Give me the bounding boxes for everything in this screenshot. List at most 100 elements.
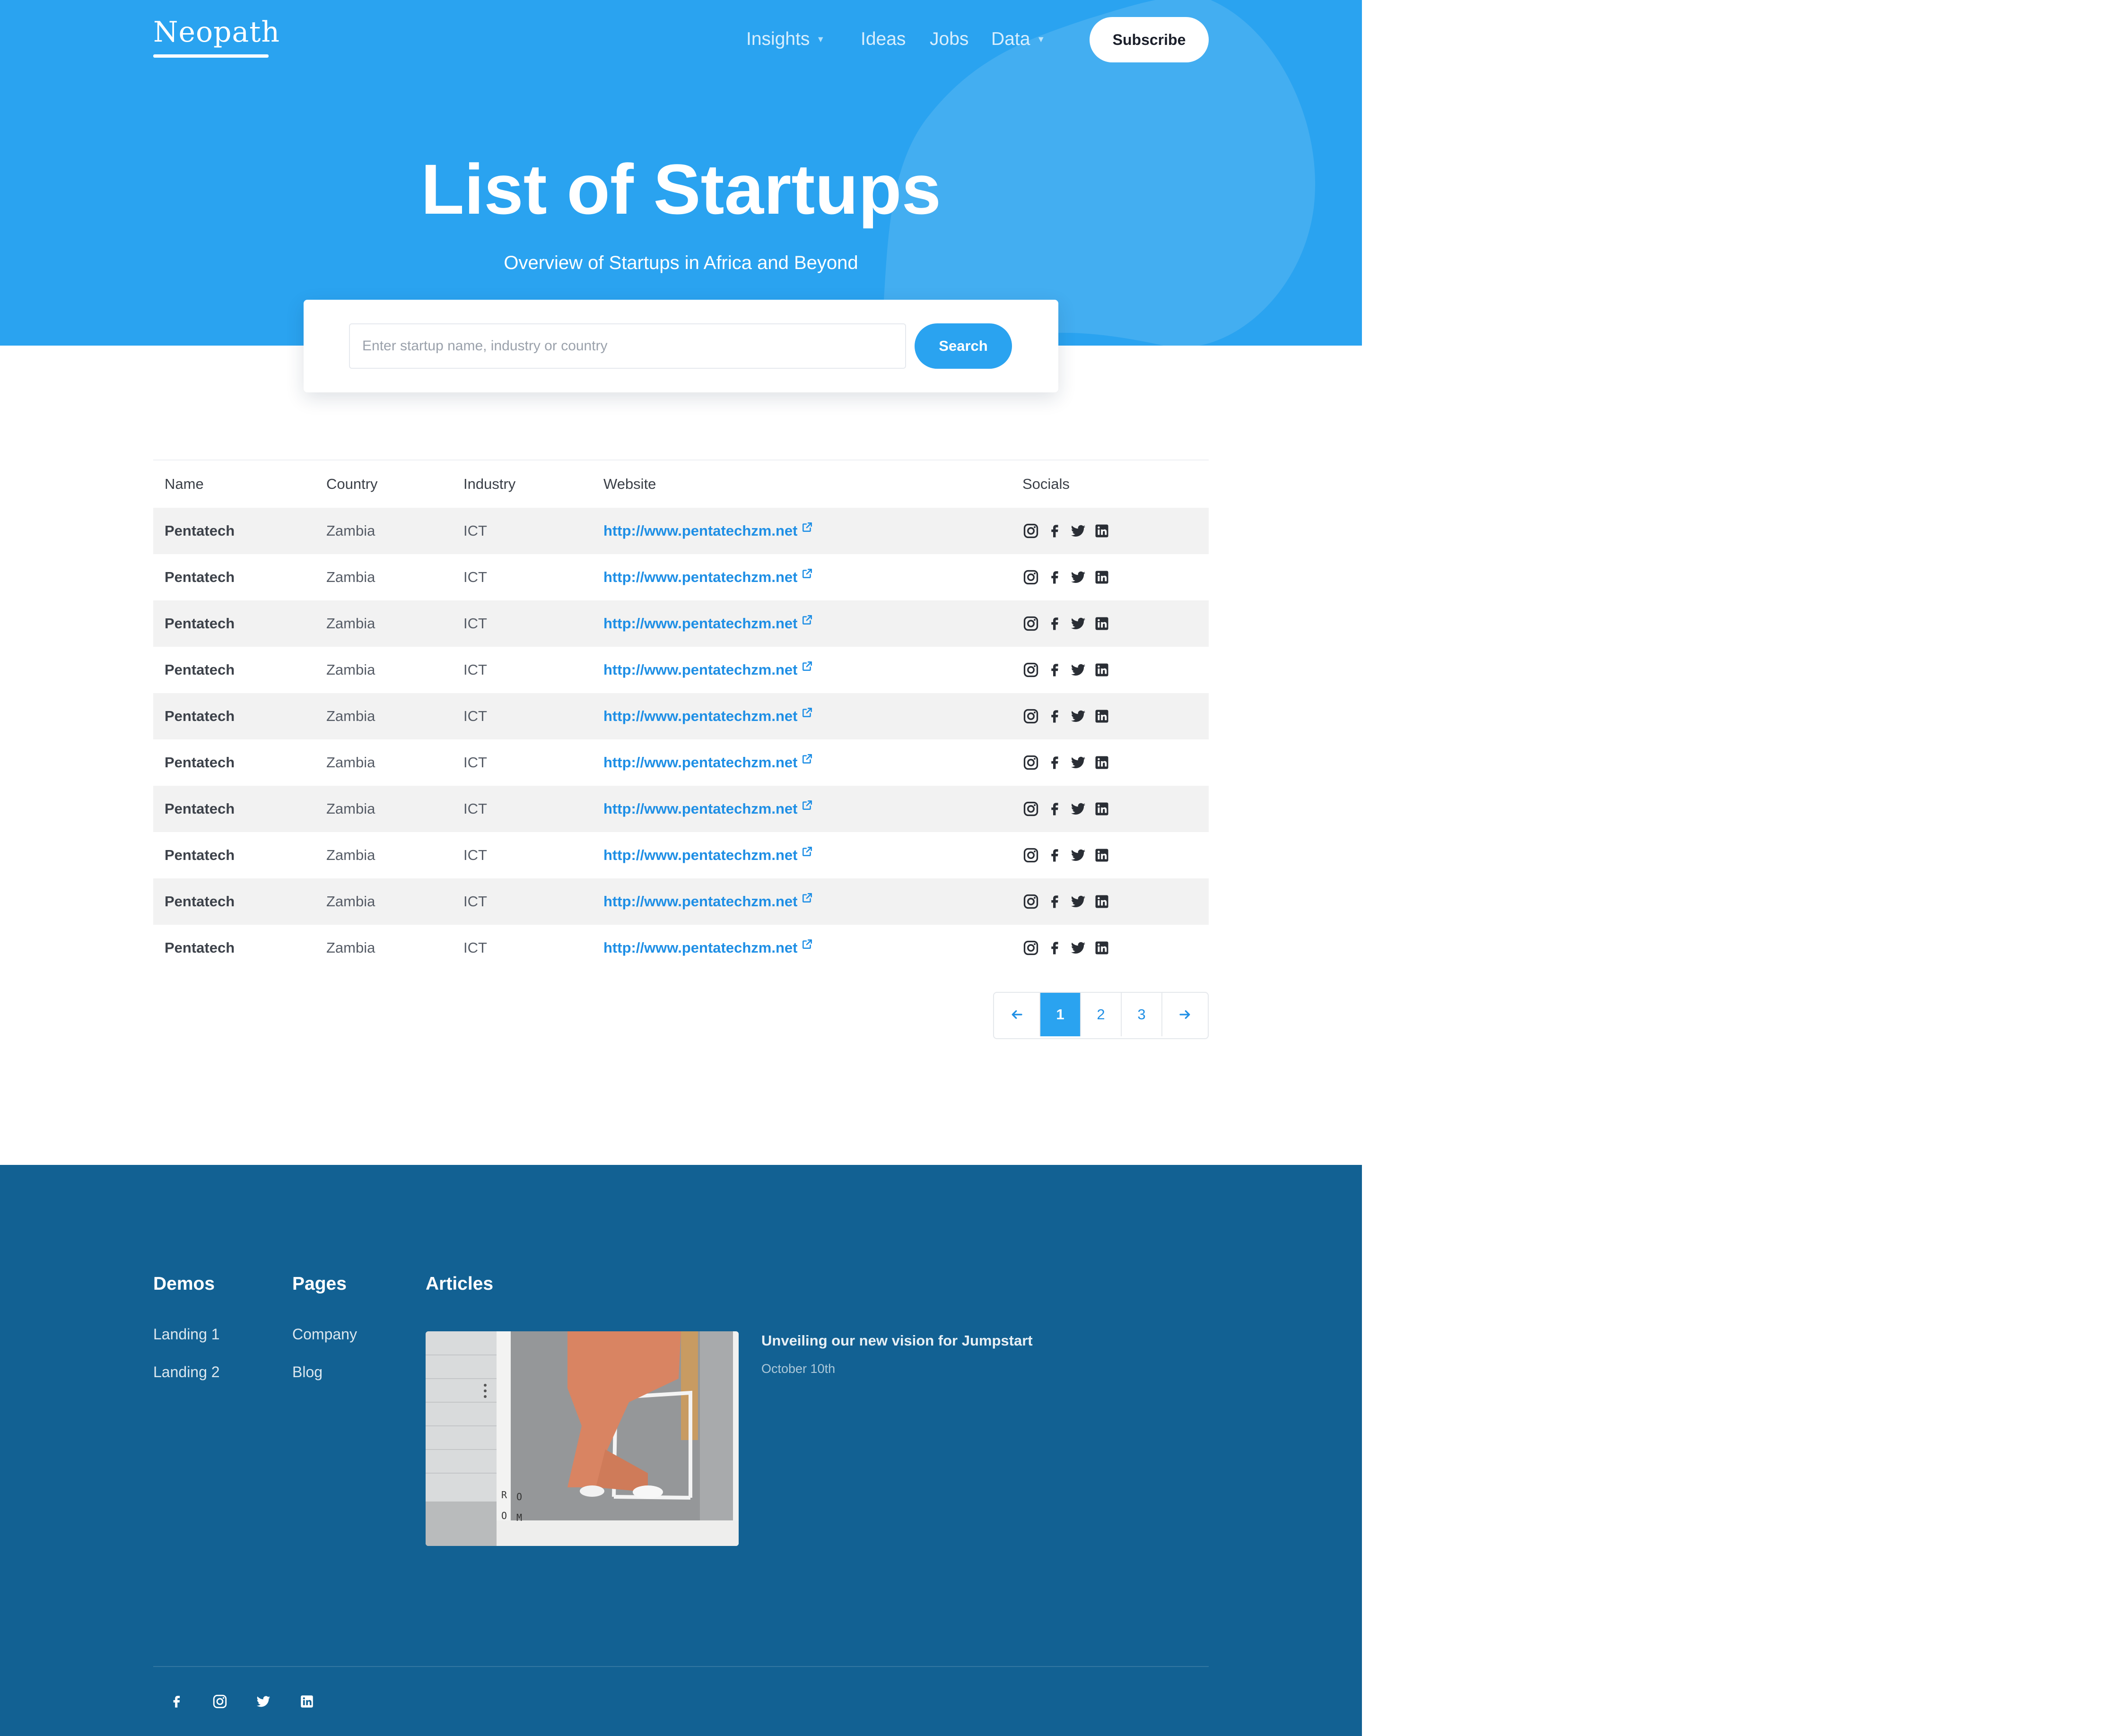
cell-name: Pentatech bbox=[165, 847, 235, 863]
column-header-country[interactable]: Country bbox=[326, 476, 378, 493]
facebook-icon[interactable] bbox=[1046, 939, 1063, 956]
linkedin-icon[interactable] bbox=[1093, 569, 1110, 586]
website-link-text: http://www.pentatechzm.net bbox=[603, 754, 798, 771]
facebook-icon[interactable] bbox=[1046, 522, 1063, 539]
page-3-button[interactable]: 3 bbox=[1122, 993, 1162, 1036]
twitter-icon[interactable] bbox=[1070, 522, 1087, 539]
facebook-icon[interactable] bbox=[1046, 893, 1063, 910]
instagram-icon[interactable] bbox=[212, 1693, 228, 1710]
facebook-icon[interactable] bbox=[1046, 847, 1063, 864]
linkedin-icon[interactable] bbox=[1093, 754, 1110, 771]
column-header-name[interactable]: Name bbox=[165, 476, 204, 493]
facebook-icon[interactable] bbox=[1046, 661, 1063, 678]
external-link-icon bbox=[803, 847, 812, 856]
facebook-icon[interactable] bbox=[1046, 615, 1063, 632]
twitter-icon[interactable] bbox=[1070, 708, 1087, 725]
facebook-icon[interactable] bbox=[168, 1693, 184, 1710]
cell-country: Zambia bbox=[326, 522, 375, 539]
facebook-icon[interactable] bbox=[1046, 708, 1063, 725]
column-header-website[interactable]: Website bbox=[603, 476, 656, 493]
twitter-icon[interactable] bbox=[1070, 569, 1087, 586]
linkedin-icon[interactable] bbox=[1093, 800, 1110, 817]
search-input[interactable]: Enter startup name, industry or country bbox=[349, 323, 906, 369]
subscribe-button[interactable]: Subscribe bbox=[1090, 17, 1209, 62]
twitter-icon[interactable] bbox=[1070, 661, 1087, 678]
nav-item-insights[interactable]: Insights ▼ bbox=[746, 23, 825, 56]
external-link-icon bbox=[803, 615, 812, 625]
article-date: October 10th bbox=[761, 1362, 836, 1376]
instagram-icon[interactable] bbox=[1022, 661, 1039, 678]
website-link[interactable]: http://www.pentatechzm.net bbox=[603, 569, 813, 586]
cell-country: Zambia bbox=[326, 939, 375, 956]
table-body: Pentatech Zambia ICT http://www.pentatechzm… bbox=[153, 508, 1209, 971]
instagram-icon[interactable] bbox=[1022, 800, 1039, 817]
twitter-icon[interactable] bbox=[1070, 615, 1087, 632]
facebook-icon[interactable] bbox=[1046, 800, 1063, 817]
nav-item-jobs[interactable]: Jobs bbox=[930, 23, 968, 56]
linkedin-icon[interactable] bbox=[1093, 522, 1110, 539]
cell-name: Pentatech bbox=[165, 615, 235, 632]
twitter-icon[interactable] bbox=[255, 1693, 271, 1710]
facebook-icon[interactable] bbox=[1046, 754, 1063, 771]
twitter-icon[interactable] bbox=[1070, 800, 1087, 817]
instagram-icon[interactable] bbox=[1022, 522, 1039, 539]
search-button[interactable]: Search bbox=[915, 323, 1012, 369]
instagram-icon[interactable] bbox=[1022, 847, 1039, 864]
twitter-icon[interactable] bbox=[1070, 893, 1087, 910]
linkedin-icon[interactable] bbox=[1093, 708, 1110, 725]
instagram-icon[interactable] bbox=[1022, 615, 1039, 632]
linkedin-icon[interactable] bbox=[1093, 893, 1110, 910]
nav-item-ideas[interactable]: Ideas bbox=[861, 23, 906, 56]
twitter-icon[interactable] bbox=[1070, 939, 1087, 956]
footer-divider bbox=[153, 1666, 1209, 1667]
instagram-icon[interactable] bbox=[1022, 754, 1039, 771]
website-link[interactable]: http://www.pentatechzm.net bbox=[603, 754, 813, 771]
cell-industry: ICT bbox=[463, 661, 487, 678]
linkedin-icon[interactable] bbox=[299, 1693, 315, 1710]
twitter-icon[interactable] bbox=[1070, 847, 1087, 864]
chevron-down-icon: ▼ bbox=[816, 34, 825, 44]
footer-heading-pages: Pages bbox=[292, 1274, 347, 1294]
nav-item-label: Jobs bbox=[930, 29, 969, 49]
instagram-icon[interactable] bbox=[1022, 708, 1039, 725]
website-link[interactable]: http://www.pentatechzm.net bbox=[603, 800, 813, 817]
next-page-button[interactable] bbox=[1162, 993, 1208, 1036]
website-link[interactable]: http://www.pentatechzm.net bbox=[603, 615, 813, 632]
cell-socials bbox=[1022, 661, 1110, 678]
brand-logo[interactable]: Neopath bbox=[153, 12, 280, 52]
page-2-button[interactable]: 2 bbox=[1081, 993, 1122, 1036]
article-title[interactable]: Unveiling our new vision for Jumpstart bbox=[761, 1332, 1033, 1349]
facebook-icon[interactable] bbox=[1046, 569, 1063, 586]
website-link[interactable]: http://www.pentatechzm.net bbox=[603, 522, 813, 539]
instagram-icon[interactable] bbox=[1022, 569, 1039, 586]
cell-country: Zambia bbox=[326, 754, 375, 771]
cell-industry: ICT bbox=[463, 615, 487, 632]
table-row: Pentatech Zambia ICT http://www.pentatechzm… bbox=[153, 878, 1209, 925]
column-header-socials[interactable]: Socials bbox=[1022, 476, 1070, 493]
footer-link-company[interactable]: Company bbox=[292, 1326, 357, 1343]
footer-link-landing-1[interactable]: Landing 1 bbox=[153, 1326, 220, 1343]
website-link[interactable]: http://www.pentatechzm.net bbox=[603, 893, 813, 910]
table-row: Pentatech Zambia ICT http://www.pentatechzm… bbox=[153, 600, 1209, 647]
footer-link-landing-2[interactable]: Landing 2 bbox=[153, 1363, 220, 1381]
instagram-icon[interactable] bbox=[1022, 893, 1039, 910]
linkedin-icon[interactable] bbox=[1093, 661, 1110, 678]
website-link-text: http://www.pentatechzm.net bbox=[603, 615, 798, 632]
prev-page-button[interactable] bbox=[994, 993, 1040, 1036]
website-link[interactable]: http://www.pentatechzm.net bbox=[603, 847, 813, 864]
website-link[interactable]: http://www.pentatechzm.net bbox=[603, 661, 813, 678]
column-header-industry[interactable]: Industry bbox=[463, 476, 515, 493]
footer-link-blog[interactable]: Blog bbox=[292, 1363, 323, 1381]
website-link[interactable]: http://www.pentatechzm.net bbox=[603, 708, 813, 725]
linkedin-icon[interactable] bbox=[1093, 615, 1110, 632]
twitter-icon[interactable] bbox=[1070, 754, 1087, 771]
table-row: Pentatech Zambia ICT http://www.pentatechzm… bbox=[153, 508, 1209, 554]
pagination: 1 2 3 bbox=[993, 992, 1209, 1039]
linkedin-icon[interactable] bbox=[1093, 939, 1110, 956]
website-link[interactable]: http://www.pentatechzm.net bbox=[603, 939, 813, 956]
instagram-icon[interactable] bbox=[1022, 939, 1039, 956]
linkedin-icon[interactable] bbox=[1093, 847, 1110, 864]
page-1-button[interactable]: 1 bbox=[1040, 993, 1081, 1036]
article-thumbnail[interactable]: R O O M bbox=[426, 1331, 739, 1546]
nav-item-data[interactable]: Data ▼ bbox=[991, 23, 1045, 56]
